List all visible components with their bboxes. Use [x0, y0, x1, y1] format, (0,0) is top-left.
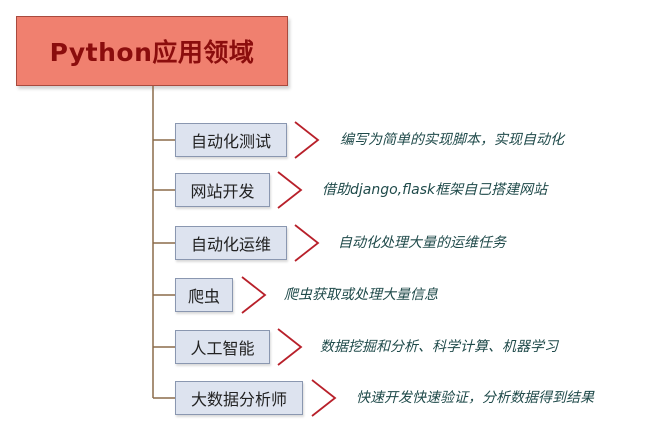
branch-node-5: 大数据分析师 [175, 381, 303, 415]
branch-label: 自动化运维 [190, 235, 271, 254]
branch-node-3: 爬虫 [175, 278, 233, 312]
branch-node-1: 网站开发 [175, 173, 270, 207]
branch-description-3: 爬虫获取或处理大量信息 [284, 287, 438, 303]
chevron-icon-0 [294, 121, 320, 159]
branch-description-1: 借助django,flask框架自己搭建网站 [322, 182, 548, 198]
branch-node-2: 自动化运维 [175, 226, 287, 260]
branch-description-0: 编写为简单的实现脚本，实现自动化 [340, 132, 564, 148]
branch-node-0: 自动化测试 [175, 123, 287, 157]
branch-label: 人工智能 [190, 339, 255, 358]
branch-label: 大数据分析师 [190, 390, 287, 409]
chevron-icon-4 [277, 328, 303, 366]
branch-label: 网站开发 [190, 182, 255, 201]
branch-label: 自动化测试 [190, 132, 271, 151]
connector-lines [152, 86, 337, 417]
chevron-icon-3 [241, 276, 267, 314]
branch-description-5: 快速开发快速验证，分析数据得到结果 [356, 390, 594, 406]
branch-description-2: 自动化处理大量的运维任务 [338, 235, 506, 251]
branch-label: 爬虫 [187, 287, 220, 306]
chevron-icon-5 [311, 379, 337, 417]
chevron-icon-2 [294, 224, 320, 262]
chevron-icon-1 [277, 171, 303, 209]
branch-description-4: 数据挖掘和分析、科学计算、机器学习 [320, 339, 558, 355]
branch-node-4: 人工智能 [175, 330, 270, 364]
